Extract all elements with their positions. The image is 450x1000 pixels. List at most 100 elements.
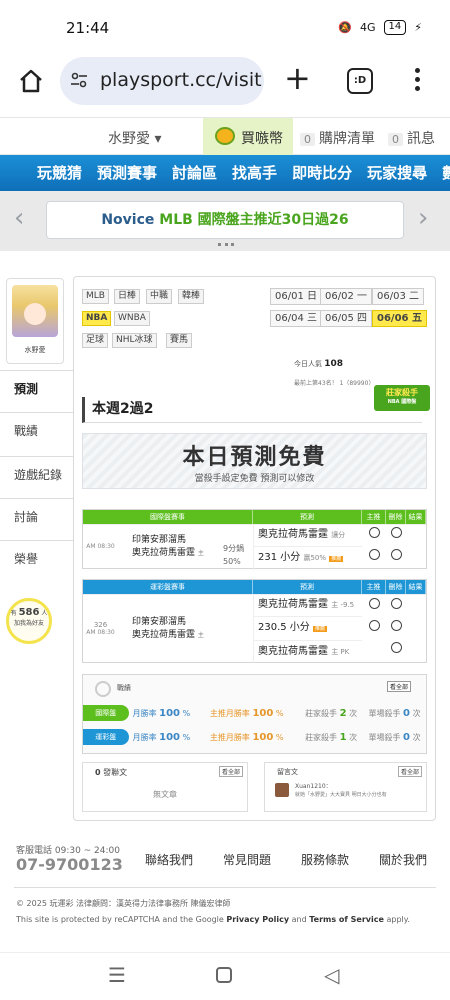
status-bar: 21:44 🔕 4G 14 ⚡ (0, 0, 450, 52)
prediction-panel: MLB 日棒 中職 韓棒 NBA WNBA 足球 NHL冰球 賽馬 06/01 … (73, 276, 436, 821)
next-arrow-icon[interactable]: › (418, 203, 428, 233)
profile-sidebar: 水野愛 預測 戰績 遊戲紀錄 討論 榮譽 有 586 人加我為好友 (0, 276, 73, 821)
league-tab[interactable]: MLB (82, 289, 109, 304)
battery-icon: 14 (383, 20, 407, 35)
week-title: 本週2過2 (82, 397, 422, 423)
footer-link[interactable]: 聯絡我們 (145, 851, 193, 868)
coin-icon (215, 127, 235, 145)
sidebar-item-record[interactable]: 戰績 (0, 412, 73, 448)
nav-item[interactable]: 玩競猜 (37, 162, 82, 183)
messages-link[interactable]: 0 訊息 (388, 128, 435, 148)
signal-icon: 4G (360, 21, 376, 34)
buy-coin-button[interactable]: 買嗾幣 (203, 118, 293, 155)
main-pick-radio[interactable] (368, 597, 380, 609)
main-pick-radio[interactable] (368, 548, 380, 560)
browser-toolbar: playsport.cc/visit + :D (0, 52, 450, 114)
friend-count-badge[interactable]: 有 586 人加我為好友 (6, 598, 52, 644)
date-button[interactable]: 06/01 日 (270, 288, 323, 305)
footer-link[interactable]: 服務條款 (301, 851, 349, 868)
record-title: 戰績 (117, 684, 131, 692)
date-button[interactable]: 06/03 二 (372, 288, 425, 305)
home-icon[interactable] (18, 68, 44, 94)
league-tab[interactable]: 足球 (82, 333, 109, 348)
user-bar: 水野愛 ▾ 買嗾幣 0 購牌清單 0 訊息 (0, 117, 450, 155)
nav-item[interactable]: 玩家搜尋 (367, 162, 427, 183)
league-tab[interactable]: NHL冰球 (112, 333, 157, 348)
username-dropdown[interactable]: 水野愛 ▾ (108, 128, 161, 148)
promo-banner: ‹ Novice MLB 國際盤主推近30日過26 › (0, 191, 450, 251)
avatar-name: 水野愛 (24, 346, 46, 354)
sports-lottery-table: 運彩盤賽事 預測 主推 刪除 結果 326 AM 08:30 印第安那溜馬 奧克拉… (82, 579, 427, 663)
sidebar-item-game-log[interactable]: 遊戲紀錄 (0, 456, 73, 492)
mute-icon: 🔕 (338, 21, 352, 34)
date-button[interactable]: 06/05 四 (320, 310, 373, 327)
league-tab[interactable]: 韓棒 (178, 289, 205, 304)
sidebar-item-predict[interactable]: 預測 (0, 370, 73, 406)
league-tab[interactable]: 賽馬 (166, 333, 193, 348)
list-count: 0 (300, 133, 315, 146)
delete-radio[interactable] (390, 619, 402, 631)
date-button[interactable]: 06/04 三 (270, 310, 323, 327)
terms-link[interactable]: Terms of Service (309, 915, 384, 924)
new-tab-icon[interactable]: + (284, 62, 311, 94)
main-nav: 玩競猜 預測賽事 討論區 找高手 即時比分 玩家搜尋 數據 (0, 155, 450, 191)
record-row-op: 運彩盤 月勝率 100 % 主推月勝率 100 % 莊家殺手 1 次 單場殺手 … (83, 727, 428, 747)
league-tab[interactable]: 日棒 (114, 289, 141, 304)
record-summary: 戰績 看全部 國際盤 月勝率 100 % 主推月勝率 100 % 莊家殺手 2 … (82, 674, 427, 754)
today-popularity: 今日人氣 108 (294, 359, 344, 369)
nav-item[interactable]: 找高手 (232, 162, 277, 183)
guestbook-user[interactable]: Xuan1210： (295, 781, 332, 790)
delete-radio[interactable] (390, 597, 402, 609)
tab-switcher-button[interactable]: :D (347, 68, 373, 94)
address-bar[interactable]: playsport.cc/visit (60, 57, 264, 105)
nav-item[interactable]: 即時比分 (292, 162, 352, 183)
footer-divider (14, 887, 436, 888)
guestbook-all-button[interactable]: 看全部 (397, 766, 422, 777)
date-button[interactable]: 06/02 一 (320, 288, 373, 305)
username: 水野愛 (108, 131, 150, 147)
record-icon (95, 681, 111, 697)
guestbook-avatar (275, 783, 289, 797)
league-tab[interactable]: 中職 (146, 289, 173, 304)
msg-count: 0 (388, 133, 403, 146)
articles-all-button[interactable]: 看全部 (218, 766, 243, 777)
date-button-active[interactable]: 06/06 五 (372, 310, 427, 327)
rank-text: 最前上第43名！ 1（89990） (294, 380, 375, 387)
guestbook-text: 就她「水野愛」大大寶貝 明日大小分也有 (295, 792, 387, 798)
home-button-icon[interactable] (216, 967, 232, 983)
banner-highlight: MLB 國際盤主推近30日過26 (159, 212, 349, 228)
purchase-list-link[interactable]: 0 購牌清單 (300, 128, 375, 148)
nav-item[interactable]: 數據 (442, 162, 450, 183)
site-settings-icon[interactable] (70, 71, 88, 89)
main-pick-radio[interactable] (368, 619, 380, 631)
league-tab[interactable]: WNBA (114, 311, 150, 326)
friend-count: 586 (18, 607, 40, 618)
prev-arrow-icon[interactable]: ‹ (14, 203, 24, 233)
record-all-button[interactable]: 看全部 (387, 681, 412, 692)
record-row-intl: 國際盤 月勝率 100 % 主推月勝率 100 % 莊家殺手 2 次 單場殺手 … (83, 703, 428, 723)
sidebar-item-discussion[interactable]: 討論 (0, 498, 73, 534)
prediction-cell: 奧克拉荷馬雷霆 讓分 231 小分 贏50% 推薦 (253, 523, 362, 570)
copyright: © 2025 玩運彩 法律顧問：漢英得力法律事務所 陳儀宏律師 (16, 899, 231, 908)
footer-link[interactable]: 常見問題 (223, 851, 271, 868)
more-menu-icon[interactable] (415, 68, 421, 95)
delete-radio[interactable] (390, 641, 402, 653)
matchup: 印第安那溜馬 奧克拉荷馬雷霆 主 (132, 616, 204, 640)
recent-apps-icon[interactable]: ☰ (108, 963, 126, 987)
nav-item[interactable]: 討論區 (172, 162, 217, 183)
guestbook-box: 留言文 看全部 Xuan1210： 就她「水野愛」大大寶貝 明日大小分也有 (264, 762, 427, 812)
msg-label: 訊息 (407, 131, 435, 147)
privacy-link[interactable]: Privacy Policy (226, 915, 289, 924)
banner-link[interactable]: Novice MLB 國際盤主推近30日過26 (46, 201, 404, 239)
delete-radio[interactable] (390, 526, 402, 538)
footer-link[interactable]: 關於我們 (379, 851, 427, 868)
avatar-card[interactable]: 水野愛 (6, 278, 64, 364)
delete-radio[interactable] (390, 548, 402, 560)
sidebar-item-honor[interactable]: 榮譽 (0, 540, 73, 576)
league-tab-active[interactable]: NBA (82, 311, 112, 326)
service-phone[interactable]: 07-9700123 (16, 855, 123, 874)
banner-prefix: Novice (101, 212, 155, 228)
back-icon[interactable]: ◁ (324, 963, 339, 987)
nav-item[interactable]: 預測賽事 (97, 162, 157, 183)
main-pick-radio[interactable] (368, 526, 380, 538)
